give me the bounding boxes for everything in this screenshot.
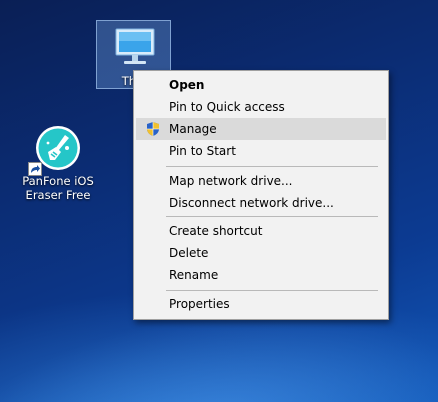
uac-shield-icon — [145, 121, 161, 137]
menu-item-open[interactable]: Open — [136, 74, 386, 96]
menu-item-label: Create shortcut — [169, 224, 263, 238]
menu-item-delete[interactable]: Delete — [136, 242, 386, 264]
menu-item-label: Delete — [169, 246, 209, 260]
menu-item-label: Open — [169, 78, 205, 92]
menu-item-pin-to-start[interactable]: Pin to Start — [136, 140, 386, 162]
menu-item-pin-to-quick-access[interactable]: Pin to Quick access — [136, 96, 386, 118]
menu-item-rename[interactable]: Rename — [136, 264, 386, 286]
panfone-label-line1: PanFone iOS — [22, 174, 94, 188]
menu-item-label: Disconnect network drive... — [169, 196, 334, 210]
menu-item-disconnect-network-drive[interactable]: Disconnect network drive... — [136, 192, 386, 214]
menu-item-manage[interactable]: Manage — [136, 118, 386, 140]
desktop-background[interactable]: This PanFone iOS Eraser Free — [0, 0, 438, 402]
menu-item-label: Map network drive... — [169, 174, 293, 188]
menu-item-label: Pin to Quick access — [169, 100, 285, 114]
menu-item-label: Properties — [169, 297, 230, 311]
panfone-label: PanFone iOS Eraser Free — [16, 174, 100, 202]
menu-item-label: Pin to Start — [169, 144, 236, 158]
shortcut-arrow-icon — [28, 162, 42, 176]
menu-separator — [166, 166, 378, 167]
computer-monitor-icon — [115, 27, 155, 72]
menu-item-label: Manage — [169, 122, 217, 136]
menu-item-properties[interactable]: Properties — [136, 293, 386, 315]
menu-item-label: Rename — [169, 268, 219, 282]
desktop-icon-panfone-ios-eraser-free[interactable]: PanFone iOS Eraser Free — [16, 124, 100, 208]
menu-item-map-network-drive[interactable]: Map network drive... — [136, 170, 386, 192]
context-menu: Open Pin to Quick access Manage Pin to S… — [133, 70, 389, 320]
menu-separator — [166, 290, 378, 291]
menu-separator — [166, 216, 378, 217]
menu-item-create-shortcut[interactable]: Create shortcut — [136, 220, 386, 242]
panfone-label-line2: Eraser Free — [25, 188, 91, 202]
panfone-eraser-icon — [28, 124, 82, 176]
